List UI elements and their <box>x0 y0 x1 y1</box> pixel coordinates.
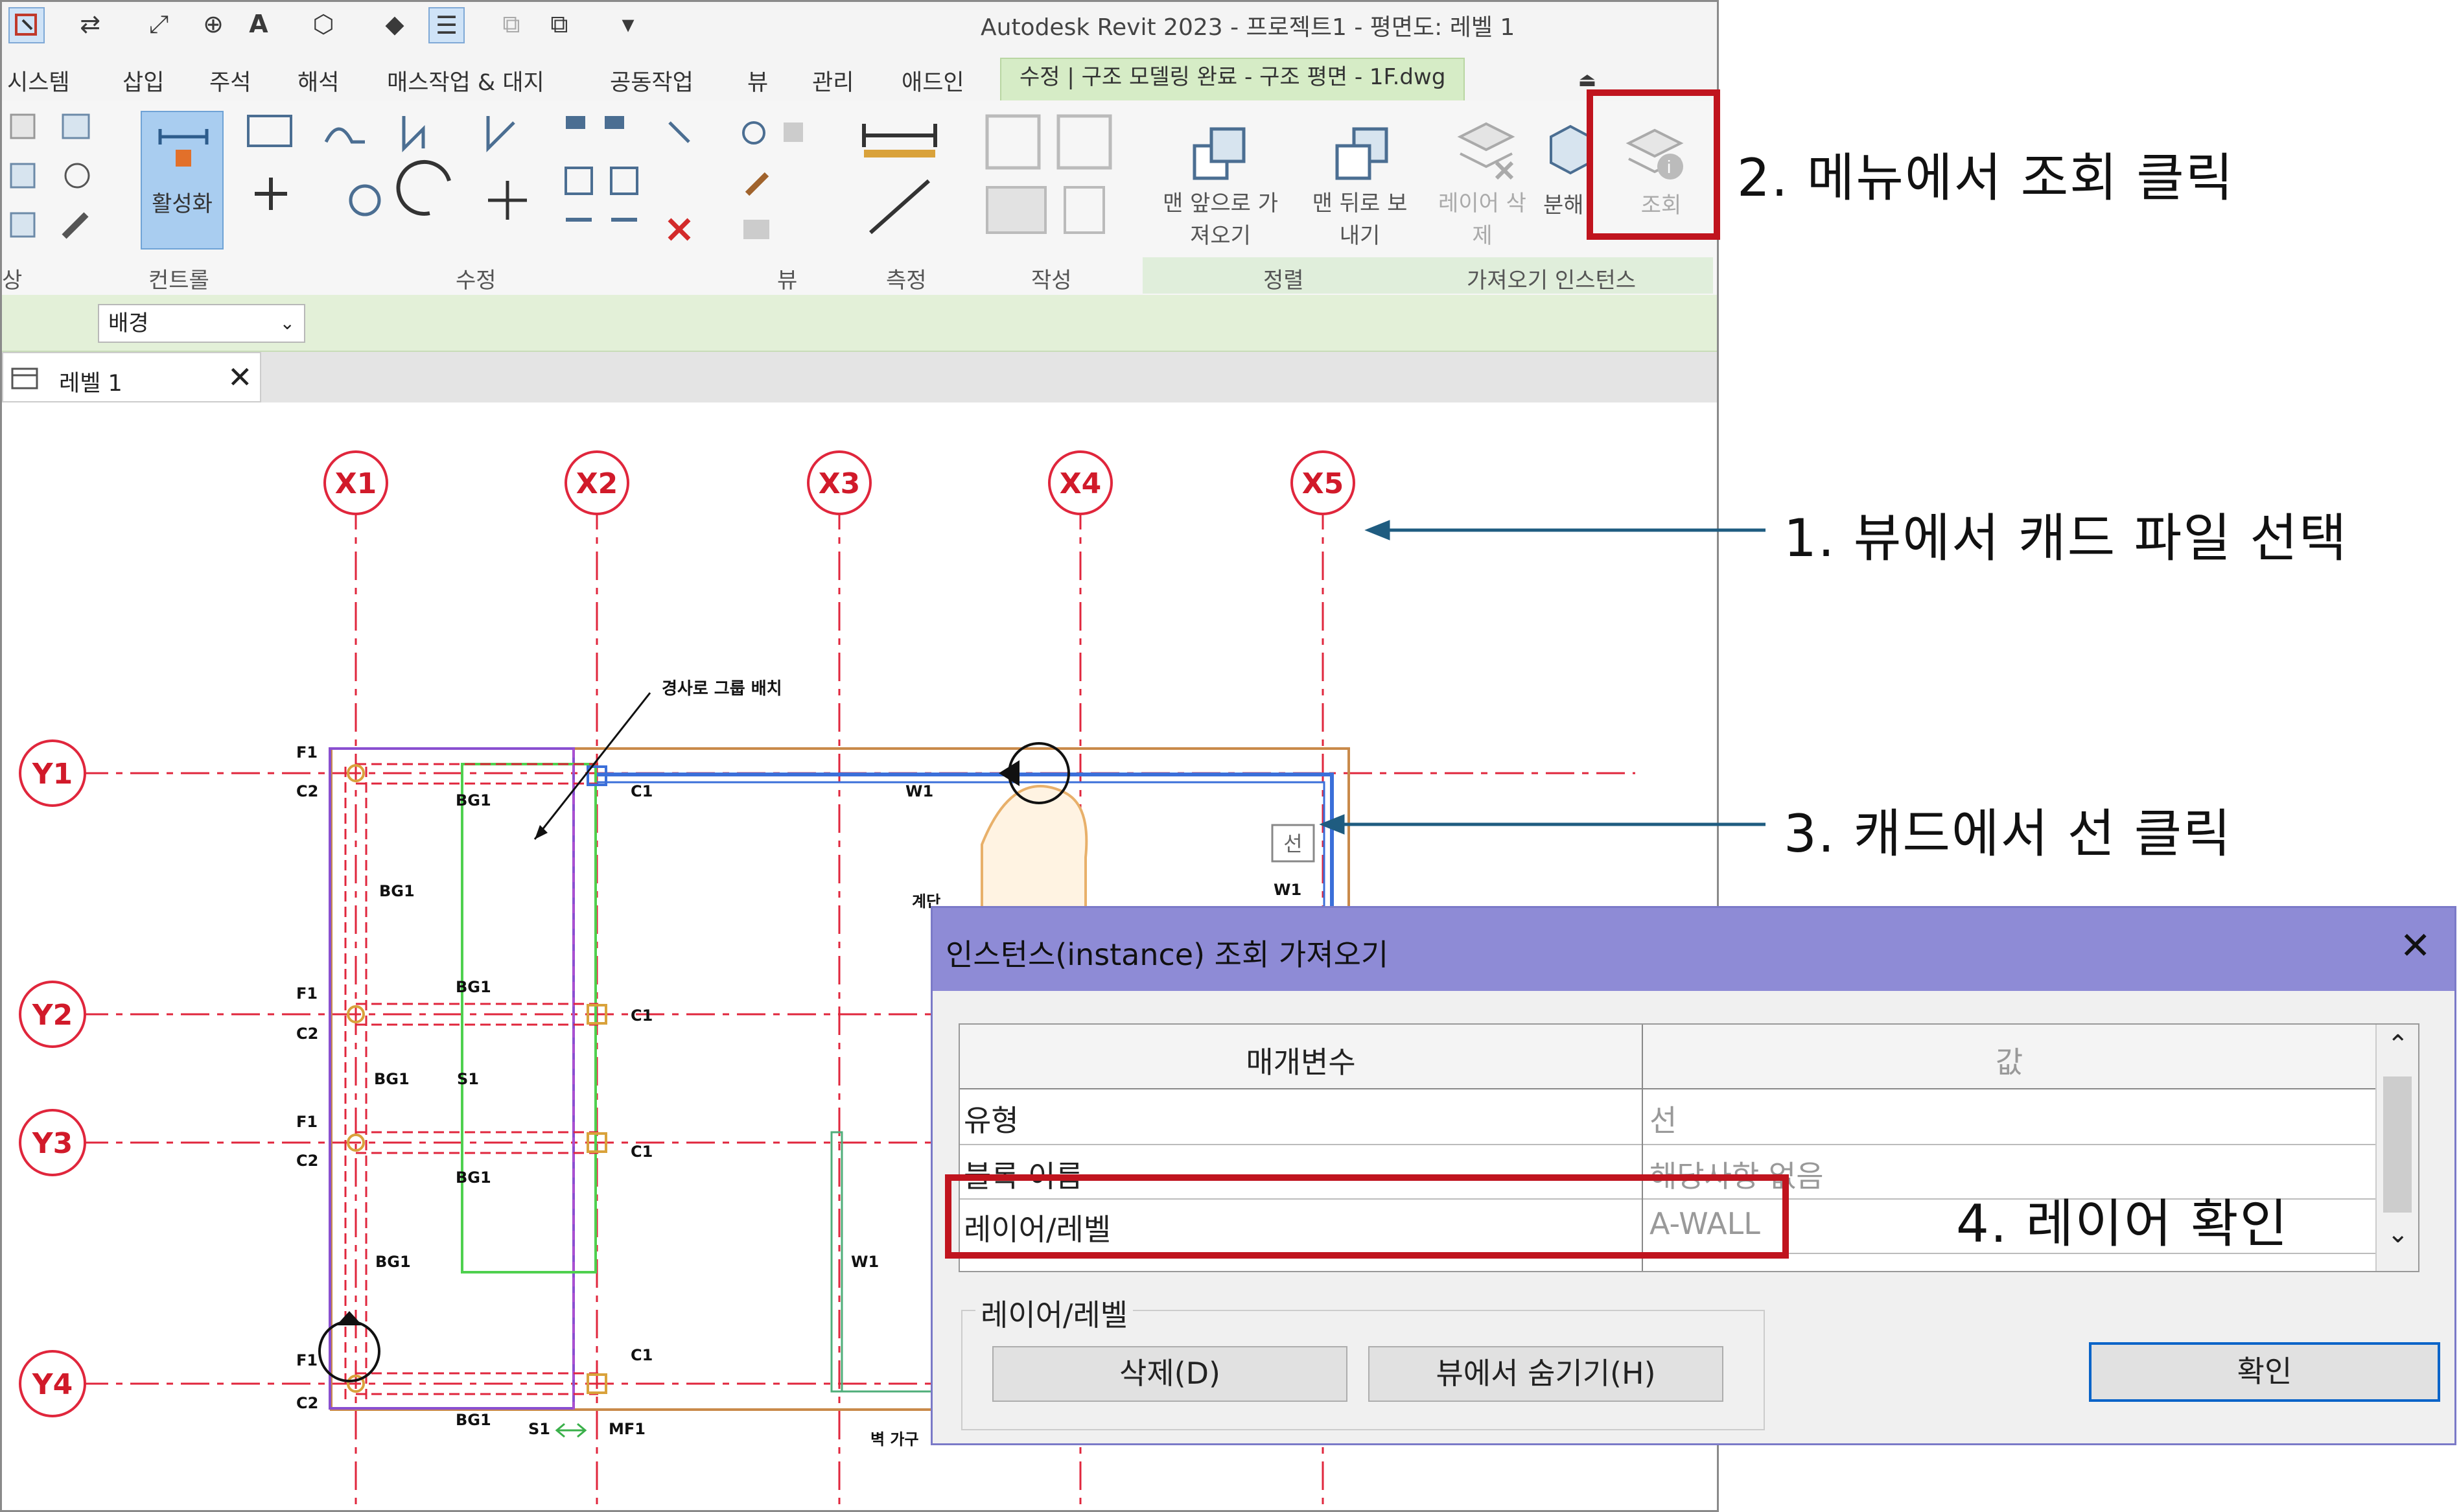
scroll-up-icon[interactable]: ⌃ <box>2387 1030 2409 1060</box>
dialog-close-icon[interactable]: ✕ <box>2399 924 2431 968</box>
annotation-step1: 1. 뷰에서 캐드 파일 선택 <box>1784 508 2348 568</box>
table-row[interactable]: 유형 선 <box>960 1089 2375 1145</box>
annotation-step3: 3. 캐드에서 선 클릭 <box>1784 804 2232 864</box>
hide-in-view-button[interactable]: 뷰에서 숨기기(H) <box>1368 1346 1723 1402</box>
dialog-title-bar: 인스턴스(instance) 조회 가져오기 ✕ <box>933 908 2454 991</box>
ok-button[interactable]: 확인 <box>2089 1342 2440 1402</box>
annotation-step2: 2. 메뉴에서 조회 클릭 <box>1737 148 2235 208</box>
scroll-thumb[interactable] <box>2383 1076 2412 1213</box>
value-header: 값 <box>1643 1025 2375 1089</box>
scroll-down-icon[interactable]: ⌄ <box>2387 1219 2409 1249</box>
param-header: 매개변수 <box>960 1025 1643 1089</box>
delete-button[interactable]: 삭제(D) <box>992 1346 1347 1402</box>
layer-group-label: 레이어/레벨 <box>975 1292 1134 1334</box>
annotation-step4: 4. 레이어 확인 <box>1956 1194 2289 1254</box>
dialog-title: 인스턴스(instance) 조회 가져오기 <box>946 937 1389 972</box>
layer-highlight-box <box>945 1174 1789 1259</box>
table-scrollbar[interactable]: ⌃ ⌄ <box>2375 1025 2418 1271</box>
